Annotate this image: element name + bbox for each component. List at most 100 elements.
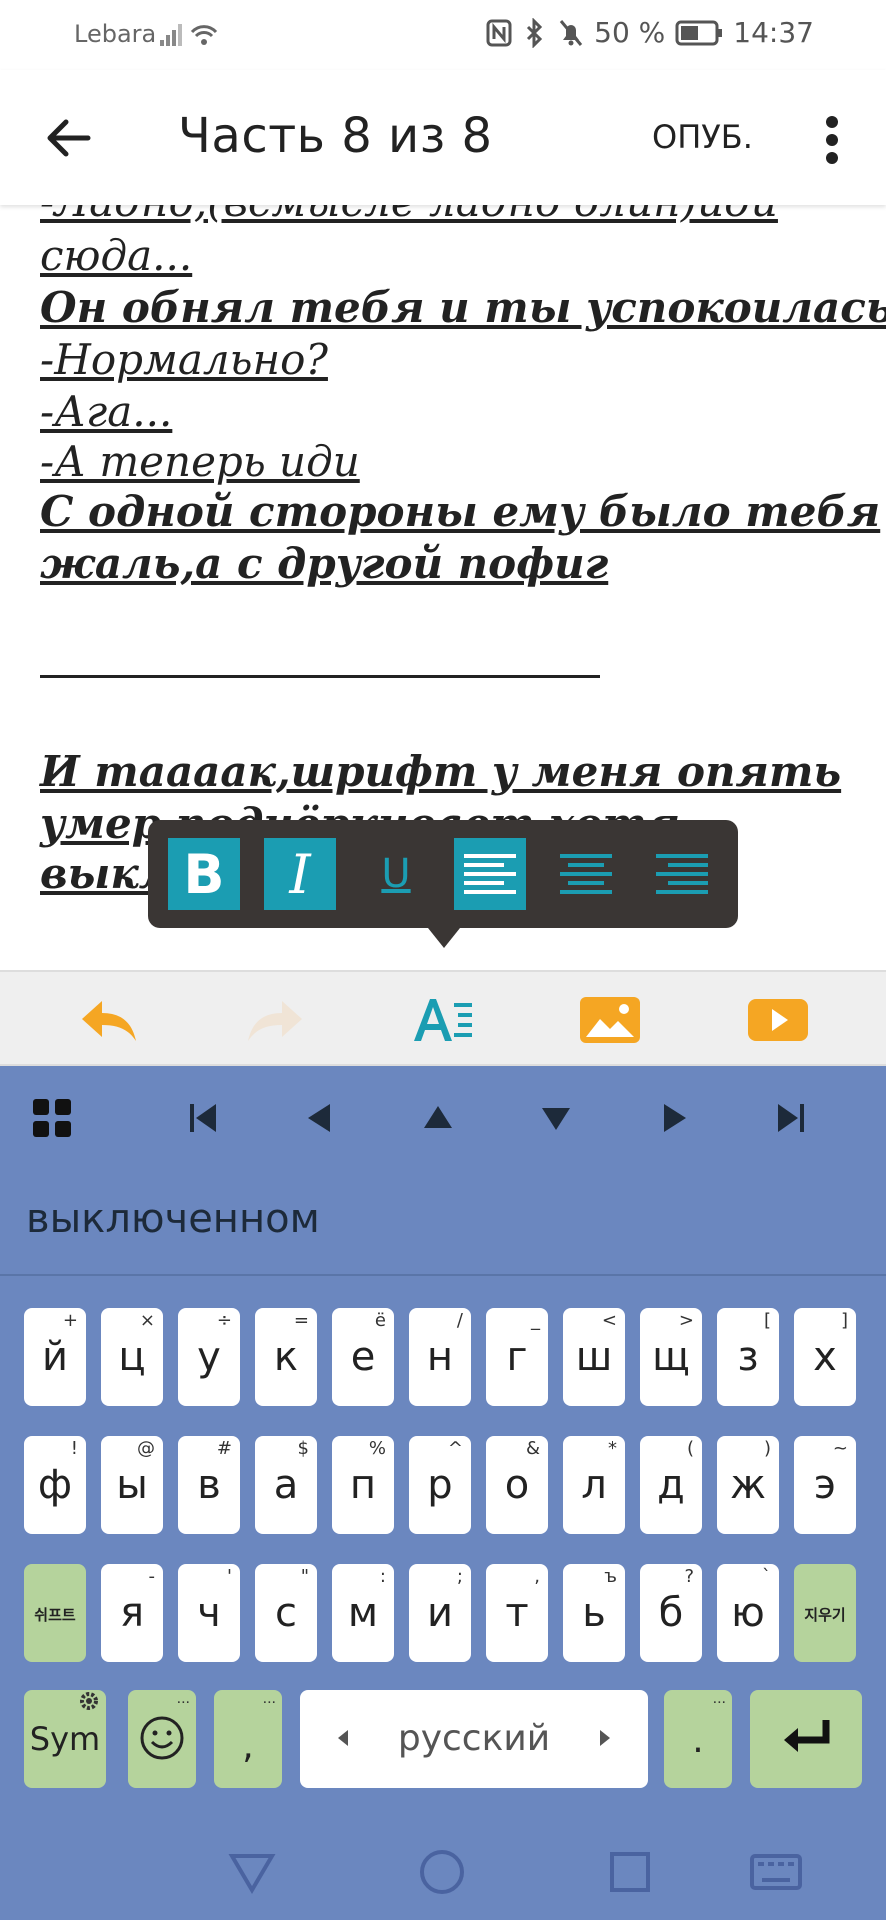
suggestion-bar: выключенном [0,1166,886,1276]
key[interactable]: > щ [640,1308,702,1406]
enter-icon [778,1714,834,1767]
enter-key[interactable] [750,1690,862,1788]
italic-button[interactable]: I [264,838,336,910]
text-line: С одной стороны ему было тебя [40,487,881,536]
nfc-icon [486,18,512,48]
key[interactable]: % п [332,1436,394,1534]
underline-button[interactable]: U [360,838,432,910]
key[interactable]: $ а [255,1436,317,1534]
text-line: -Ладно,(всмысле ладно блин)иди [40,205,778,227]
mute-bell-icon [558,18,584,48]
text-line: -Ага... [40,387,173,436]
text-line: -Нормально? [40,335,328,384]
video-icon[interactable] [746,988,810,1052]
bold-button[interactable]: B [168,838,240,910]
signal-icon [158,18,224,53]
key[interactable]: ёе [332,1308,394,1406]
key[interactable]: ^ р [409,1436,471,1534]
more-options-icon[interactable] [812,112,852,168]
cursor-start-icon[interactable] [180,1094,228,1142]
home-circle-icon[interactable] [418,1848,466,1896]
text-line: сюда... [40,231,193,280]
sym-key[interactable]: Sym [24,1690,106,1788]
text-format-icon[interactable] [410,988,474,1052]
key[interactable]: _ г [486,1308,548,1406]
clock: 14:37 [733,16,814,49]
align-center-icon [560,854,612,894]
battery-percent: 50 % [594,16,666,49]
key[interactable]: # в [178,1436,240,1534]
gear-icon [78,1690,100,1717]
publish-button[interactable]: ОПУБ. [652,118,753,156]
key[interactable]: ] х [794,1308,856,1406]
key[interactable]: ~ э [794,1436,856,1534]
horizontal-divider [40,675,600,678]
align-left-icon [464,854,516,894]
key[interactable]: ÷ у [178,1308,240,1406]
cursor-up-icon[interactable] [414,1094,462,1142]
text-line: жаль,а с другой пофиг [40,539,609,588]
battery-icon [675,18,723,48]
keyboard: выключенном + й × ц ÷ у = к ёе / н _ г < ш > щ [… [0,1066,886,1920]
page-title: Часть 8 из 8 [178,108,493,164]
align-left-button[interactable] [454,838,526,910]
key[interactable]: [з [717,1308,779,1406]
right-caret-icon [598,1728,612,1753]
back-triangle-icon[interactable] [228,1848,276,1896]
key[interactable]: + й [24,1308,86,1406]
key[interactable]: ? б [640,1564,702,1662]
align-right-button[interactable] [646,838,718,910]
system-nav-bar [0,1820,886,1920]
key[interactable]: & о [486,1436,548,1534]
key[interactable]: ,т [486,1564,548,1662]
shift-key[interactable]: 쉬프트 [24,1564,86,1662]
key[interactable]: " с [255,1564,317,1662]
key[interactable]: / н [409,1308,471,1406]
key[interactable]: -я [101,1564,163,1662]
text-line: И таааак,шрифт у меня опять [40,747,842,796]
key[interactable]: ) ж [717,1436,779,1534]
text-line: Он обнял тебя и ты успокоилась [40,283,886,332]
cursor-right-icon[interactable] [650,1094,698,1142]
back-arrow-icon[interactable] [40,110,96,166]
cursor-left-icon[interactable] [296,1094,344,1142]
align-right-icon [656,854,708,894]
undo-icon[interactable] [76,988,140,1052]
keyboard-switch-icon[interactable] [748,1848,804,1896]
editor-toolbar [0,970,886,1066]
word-suggestion[interactable]: выключенном [26,1196,320,1242]
delete-key[interactable]: 지우기 [794,1564,856,1662]
key[interactable]: ъь [563,1564,625,1662]
key[interactable]: = к [255,1308,317,1406]
carrier-name: Lebara [74,20,157,48]
key[interactable]: × ц [101,1308,163,1406]
popup-pointer [428,928,460,948]
key[interactable]: < ш [563,1308,625,1406]
cursor-down-icon[interactable] [532,1094,580,1142]
app-bar: Часть 8 из 8 ОПУБ. [0,70,886,205]
key[interactable]: (д [640,1436,702,1534]
key[interactable]: ' ч [178,1564,240,1662]
status-bar: Lebara 50 % 14:37 [0,0,886,70]
comma-key[interactable]: ... , [214,1690,282,1788]
key[interactable]: ; и [409,1564,471,1662]
key[interactable]: @ ы [101,1436,163,1534]
grid-menu-icon[interactable] [28,1094,76,1142]
image-icon[interactable] [578,988,642,1052]
emoji-key[interactable]: ... [128,1690,196,1788]
smiley-icon [138,1714,186,1767]
key[interactable]: :м [332,1564,394,1662]
spacebar[interactable]: русский [300,1690,648,1788]
format-toolbar: B I U [148,820,738,948]
redo-icon[interactable] [244,988,308,1052]
key[interactable]: * л [563,1436,625,1534]
align-center-button[interactable] [550,838,622,910]
text-line: -А теперь иди [40,437,360,486]
keyboard-nav-bar [0,1066,886,1166]
bluetooth-icon [522,17,548,48]
period-key[interactable]: ... . [664,1690,732,1788]
cursor-end-icon[interactable] [766,1094,814,1142]
key[interactable]: ! ф [24,1436,86,1534]
key[interactable]: ` ю [717,1564,779,1662]
recents-square-icon[interactable] [606,1848,654,1896]
